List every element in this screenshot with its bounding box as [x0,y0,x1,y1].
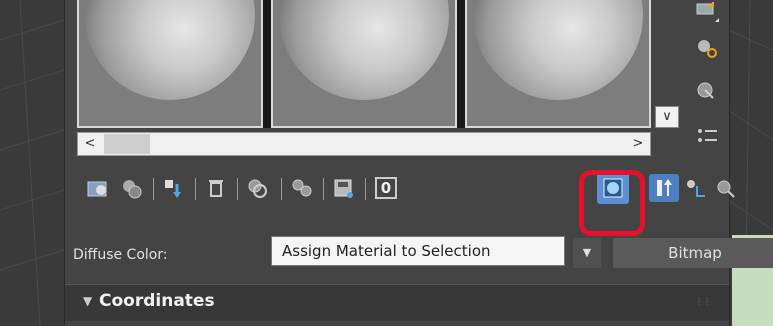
bitmap-button[interactable]: Bitmap [613,238,773,268]
diffuse-color-label: Diffuse Color: [73,247,168,263]
scroll-down-button[interactable]: ∨ [655,106,679,128]
sample-slots [77,0,651,128]
highlight-box [579,170,645,236]
tooltip: Assign Material to Selection [271,236,565,266]
backlight-icon[interactable] [693,36,721,62]
toolbar-separator [323,178,324,200]
material-editor-panel: ∨ < > 0 Diffuse Color: ▼ Bitmap Assign M… [64,0,773,326]
rollout-title: Coordinates [99,291,215,311]
coordinates-rollout[interactable]: ▼ Coordinates ⋮⋮ [65,284,729,321]
options-list-icon[interactable] [693,124,721,150]
toolbar-separator [195,178,196,200]
material-id-channel-label: 0 [375,177,397,199]
scrollbar-thumb[interactable] [104,134,150,154]
make-unique-icon[interactable] [243,174,273,202]
scroll-right-button[interactable]: > [626,133,650,155]
toolbar-separator [281,178,282,200]
reset-map-icon[interactable] [201,174,231,202]
go-forward-to-sibling-icon[interactable] [711,174,741,202]
background-icon[interactable] [693,78,721,104]
toolbar-separator [153,178,154,200]
show-end-result-button[interactable] [649,174,679,202]
material-save-icon[interactable] [329,174,359,202]
put-to-library-icon[interactable] [287,174,317,202]
toolbar-separator [237,178,238,200]
assign-to-selection-arrow-icon[interactable] [159,174,189,202]
put-material-to-scene-icon[interactable] [117,174,147,202]
sample-sphere [279,0,449,100]
get-material-icon[interactable] [83,174,113,202]
show-end-result-icon [657,179,672,196]
sample-slot-2[interactable] [271,0,457,128]
rollout-grip-icon: ⋮⋮ [695,297,711,306]
go-to-parent-icon[interactable] [681,174,711,202]
material-id-channel-button[interactable]: 0 [371,174,401,202]
sample-sphere [473,0,643,100]
scroll-left-button[interactable]: < [78,133,102,155]
sample-type-icon[interactable] [693,0,721,26]
sample-slot-1[interactable] [77,0,263,128]
toolbar-separator [365,178,366,200]
diffuse-dropdown-arrow[interactable]: ▼ [573,238,601,268]
rollout-collapse-icon[interactable]: ▼ [83,294,92,308]
horizontal-scrollbar[interactable]: < > [77,132,651,156]
sample-slot-3[interactable] [465,0,651,128]
sample-sphere [85,0,255,100]
